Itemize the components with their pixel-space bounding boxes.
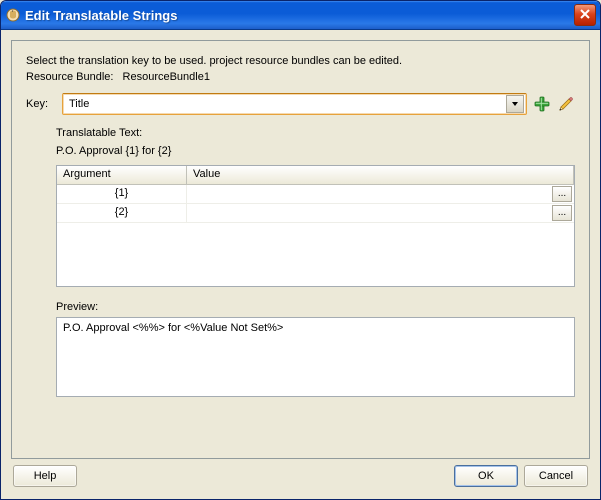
key-select[interactable]: Title — [62, 93, 527, 115]
key-row: Key: Title — [26, 93, 575, 115]
close-button[interactable] — [574, 4, 596, 26]
table-row[interactable]: {2} ... — [57, 204, 574, 223]
close-icon — [580, 8, 590, 22]
pencil-icon — [558, 96, 574, 112]
column-header-argument[interactable]: Argument — [57, 166, 187, 184]
app-icon — [5, 7, 21, 23]
translatable-text-label: Translatable Text: — [56, 127, 575, 139]
preview-text: P.O. Approval <%%> for <%Value Not Set%> — [63, 322, 283, 334]
preview-box: P.O. Approval <%%> for <%Value Not Set%> — [56, 317, 575, 397]
title-bar[interactable]: Edit Translatable Strings — [1, 1, 600, 30]
chevron-down-icon[interactable] — [506, 95, 524, 113]
window-title: Edit Translatable Strings — [25, 8, 574, 23]
resource-bundle-name: ResourceBundle1 — [123, 71, 210, 83]
cancel-button[interactable]: Cancel — [524, 465, 588, 487]
help-button[interactable]: Help — [13, 465, 77, 487]
resource-bundle-line: Resource Bundle: ResourceBundle1 — [26, 71, 575, 83]
add-button[interactable] — [533, 95, 551, 113]
ellipsis-icon: ... — [558, 189, 566, 199]
argument-cell: {2} — [57, 204, 187, 222]
preview-label: Preview: — [56, 301, 575, 313]
resource-bundle-label: Resource Bundle: — [26, 71, 113, 83]
instruction-text: Select the translation key to be used. p… — [26, 55, 575, 67]
add-icon — [534, 96, 550, 112]
ok-button[interactable]: OK — [454, 465, 518, 487]
dialog-window: Edit Translatable Strings Select the tra… — [0, 0, 601, 500]
browse-button[interactable]: ... — [552, 186, 572, 202]
table-header: Argument Value — [57, 166, 574, 185]
value-cell[interactable]: ... — [187, 204, 574, 222]
table-body: {1} ... {2} — [57, 185, 574, 286]
key-label: Key: — [26, 98, 56, 110]
browse-button[interactable]: ... — [552, 205, 572, 221]
value-cell[interactable]: ... — [187, 185, 574, 203]
key-select-value: Title — [69, 98, 89, 110]
edit-button[interactable] — [557, 95, 575, 113]
column-header-value[interactable]: Value — [187, 166, 574, 184]
button-bar: Help OK Cancel — [11, 459, 590, 489]
client-area: Select the translation key to be used. p… — [1, 30, 600, 499]
translatable-text-value: P.O. Approval {1} for {2} — [56, 145, 575, 157]
argument-cell: {1} — [57, 185, 187, 203]
translatable-section: Translatable Text: P.O. Approval {1} for… — [56, 127, 575, 448]
content-panel: Select the translation key to be used. p… — [11, 40, 590, 459]
table-row[interactable]: {1} ... — [57, 185, 574, 204]
ellipsis-icon: ... — [558, 208, 566, 218]
arguments-table: Argument Value {1} ... — [56, 165, 575, 287]
